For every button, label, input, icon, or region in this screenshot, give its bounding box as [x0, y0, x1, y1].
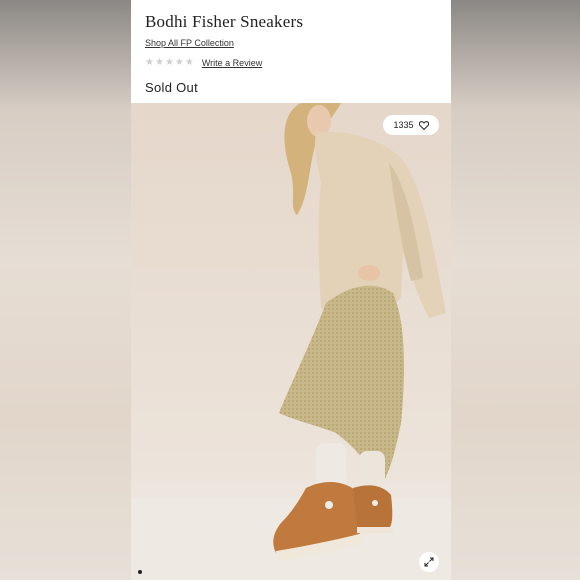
expand-icon — [424, 557, 434, 567]
collection-link[interactable]: Shop All FP Collection — [145, 38, 234, 48]
like-count: 1335 — [393, 120, 414, 130]
star-icon: ★ — [164, 57, 174, 68]
product-title: Bodhi Fisher Sneakers — [145, 12, 304, 31]
write-review-link[interactable]: Write a Review — [202, 58, 262, 68]
star-icon: ★ — [145, 57, 154, 68]
heart-icon — [418, 120, 429, 130]
rating-row: ★ ★ ★ ★ ★ Write a Review — [145, 58, 262, 69]
product-photo — [131, 103, 451, 580]
star-icon: ★ — [184, 57, 194, 68]
product-panel: Bodhi Fisher Sneakers Shop All FP Collec… — [131, 0, 451, 580]
expand-image-button[interactable] — [419, 552, 439, 572]
product-image[interactable]: 1335 — [131, 103, 451, 580]
like-button[interactable]: 1335 — [383, 115, 439, 135]
star-icon: ★ — [174, 57, 184, 68]
star-icon: ★ — [154, 57, 164, 68]
stock-status: Sold Out — [145, 80, 198, 95]
star-rating: ★ ★ ★ ★ ★ — [145, 58, 194, 68]
carousel-dot[interactable] — [138, 570, 142, 574]
